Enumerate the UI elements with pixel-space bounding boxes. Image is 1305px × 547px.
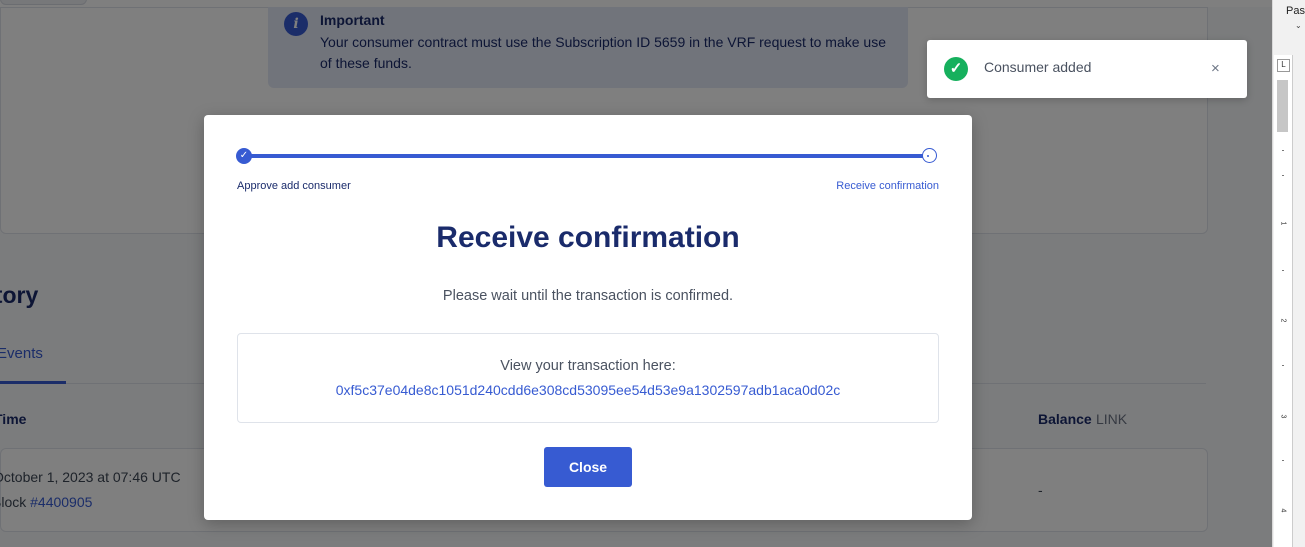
ruler-tick <box>1282 150 1284 151</box>
paste-label[interactable]: Past <box>1286 5 1305 17</box>
step-current-icon <box>922 148 937 163</box>
toast-notification: ✓ Consumer added × <box>927 40 1247 98</box>
chevron-down-icon[interactable]: ⌄ <box>1295 21 1302 30</box>
confirmation-modal: ✓ Approve add consumer Receive confirmat… <box>204 115 972 520</box>
ruler-tick <box>1282 270 1284 271</box>
toast-message: Consumer added <box>984 59 1092 75</box>
side-panel: Past ⌄ L 1 2 3 4 <box>1272 0 1305 547</box>
transaction-box: View your transaction here: 0xf5c37e04de… <box>237 333 939 423</box>
progress-bar <box>244 154 931 158</box>
check-circle-icon: ✓ <box>944 57 968 81</box>
transaction-label: View your transaction here: <box>500 358 676 374</box>
modal-title: Receive confirmation <box>436 221 740 254</box>
ruler-tick <box>1282 175 1284 176</box>
tab-stop-box[interactable]: L <box>1277 59 1290 72</box>
ruler-number: 4 <box>1279 508 1287 513</box>
ruler-number: 3 <box>1279 414 1287 419</box>
ruler-tick <box>1282 365 1284 366</box>
transaction-hash-link[interactable]: 0xf5c37e04de8c1051d240cdd6e308cd53095ee5… <box>238 382 938 398</box>
ruler-number: 1 <box>1279 221 1287 226</box>
close-icon[interactable]: × <box>1211 60 1220 77</box>
step-label-approve: Approve add consumer <box>237 180 351 192</box>
step-label-receive: Receive confirmation <box>836 180 939 192</box>
close-button[interactable]: Close <box>544 447 632 487</box>
ruler-tick <box>1282 460 1284 461</box>
ruler-number: 2 <box>1279 318 1287 323</box>
app-page: i Important Your consumer contract must … <box>0 0 1272 547</box>
check-icon: ✓ <box>236 148 252 164</box>
vertical-ruler: L 1 2 3 4 <box>1274 55 1293 547</box>
ruler-margin <box>1277 80 1288 132</box>
modal-subtitle: Please wait until the transaction is con… <box>442 288 734 304</box>
